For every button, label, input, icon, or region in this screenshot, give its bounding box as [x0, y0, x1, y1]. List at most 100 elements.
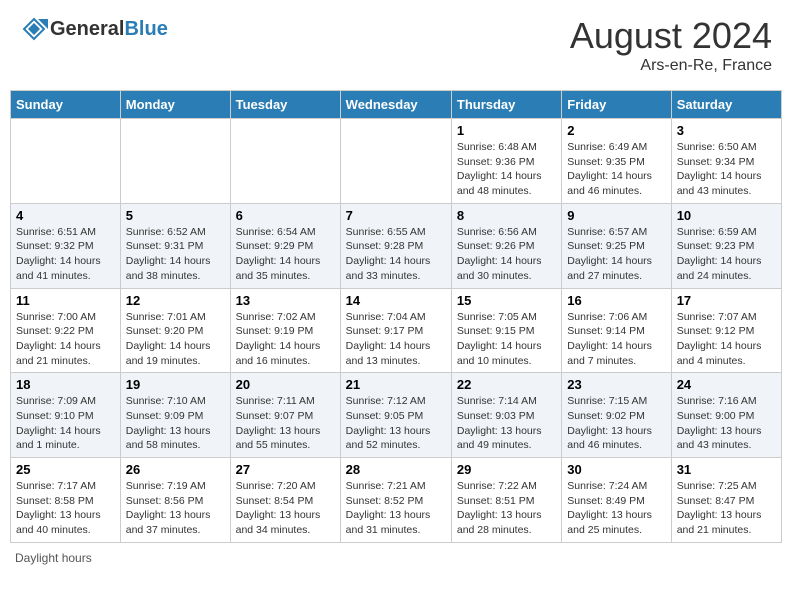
day-info: Sunrise: 7:12 AM Sunset: 9:05 PM Dayligh… [346, 394, 446, 453]
calendar-cell: 13 Sunrise: 7:02 AM Sunset: 9:19 PM Dayli… [230, 288, 340, 373]
day-number: 12 [126, 293, 225, 308]
day-info: Sunrise: 7:25 AM Sunset: 8:47 PM Dayligh… [677, 479, 776, 538]
day-number: 15 [457, 293, 556, 308]
calendar-cell: 8Sunrise: 6:56 AM Sunset: 9:26 PM Daylig… [451, 203, 561, 288]
day-info: Sunrise: 7:20 AM Sunset: 8:54 PM Dayligh… [236, 479, 335, 538]
day-number: 25 [16, 462, 115, 477]
calendar-cell: 2 Sunrise: 6:49 AM Sunset: 9:35 PM Daylig… [562, 119, 671, 204]
day-number: 9 [567, 208, 665, 223]
day-info: Sunrise: 7:14 AM Sunset: 9:03 PM Dayligh… [457, 394, 556, 453]
day-number: 1 [457, 123, 556, 138]
day-number: 28 [346, 462, 446, 477]
day-number: 26 [126, 462, 225, 477]
day-header-sunday: Sunday [11, 91, 121, 119]
day-info: Sunrise: 7:05 AM Sunset: 9:15 PM Dayligh… [457, 310, 556, 369]
day-number: 21 [346, 377, 446, 392]
day-info: Sunrise: 6:57 AM Sunset: 9:25 PM Dayligh… [567, 225, 665, 284]
day-number: 5 [126, 208, 225, 223]
logo-icon [20, 15, 48, 43]
calendar-cell: 31Sunrise: 7:25 AM Sunset: 8:47 PM Dayli… [671, 458, 781, 543]
day-number: 10 [677, 208, 776, 223]
calendar-cell: 21 Sunrise: 7:12 AM Sunset: 9:05 PM Dayli… [340, 373, 451, 458]
calendar-header-row: SundayMondayTuesdayWednesdayThursdayFrid… [11, 91, 782, 119]
calendar-cell: 20 Sunrise: 7:11 AM Sunset: 9:07 PM Dayli… [230, 373, 340, 458]
day-info: Sunrise: 6:51 AM Sunset: 9:32 PM Dayligh… [16, 225, 115, 284]
day-info: Sunrise: 7:19 AM Sunset: 8:56 PM Dayligh… [126, 479, 225, 538]
calendar-cell: 12 Sunrise: 7:01 AM Sunset: 9:20 PM Dayli… [120, 288, 230, 373]
calendar-week-row: 1 Sunrise: 6:48 AM Sunset: 9:36 PM Daylig… [11, 119, 782, 204]
calendar-week-row: 4 Sunrise: 6:51 AM Sunset: 9:32 PM Daylig… [11, 203, 782, 288]
calendar-cell: 24Sunrise: 7:16 AM Sunset: 9:00 PM Dayli… [671, 373, 781, 458]
calendar-cell: 22 Sunrise: 7:14 AM Sunset: 9:03 PM Dayli… [451, 373, 561, 458]
day-number: 8 [457, 208, 556, 223]
calendar-week-row: 18 Sunrise: 7:09 AM Sunset: 9:10 PM Dayli… [11, 373, 782, 458]
day-number: 30 [567, 462, 665, 477]
day-info: Sunrise: 7:01 AM Sunset: 9:20 PM Dayligh… [126, 310, 225, 369]
day-info: Sunrise: 6:55 AM Sunset: 9:28 PM Dayligh… [346, 225, 446, 284]
day-number: 18 [16, 377, 115, 392]
calendar-cell: 5 Sunrise: 6:52 AM Sunset: 9:31 PM Daylig… [120, 203, 230, 288]
calendar-cell: 30 Sunrise: 7:24 AM Sunset: 8:49 PM Dayli… [562, 458, 671, 543]
day-info: Sunrise: 7:04 AM Sunset: 9:17 PM Dayligh… [346, 310, 446, 369]
day-number: 24 [677, 377, 776, 392]
day-number: 27 [236, 462, 335, 477]
calendar-cell [230, 119, 340, 204]
logo-blue: Blue [124, 18, 167, 40]
page-header: GeneralBlue August 2024 Ars-en-Re, Franc… [10, 10, 782, 80]
calendar-cell [340, 119, 451, 204]
day-info: Sunrise: 7:17 AM Sunset: 8:58 PM Dayligh… [16, 479, 115, 538]
day-info: Sunrise: 6:54 AM Sunset: 9:29 PM Dayligh… [236, 225, 335, 284]
calendar-cell: 1 Sunrise: 6:48 AM Sunset: 9:36 PM Daylig… [451, 119, 561, 204]
calendar-cell: 17 Sunrise: 7:07 AM Sunset: 9:12 PM Dayli… [671, 288, 781, 373]
day-info: Sunrise: 7:10 AM Sunset: 9:09 PM Dayligh… [126, 394, 225, 453]
day-info: Sunrise: 6:49 AM Sunset: 9:35 PM Dayligh… [567, 140, 665, 199]
day-number: 17 [677, 293, 776, 308]
day-number: 22 [457, 377, 556, 392]
day-header-wednesday: Wednesday [340, 91, 451, 119]
logo-general: General [50, 18, 124, 40]
day-header-saturday: Saturday [671, 91, 781, 119]
calendar-cell: 7Sunrise: 6:55 AM Sunset: 9:28 PM Daylig… [340, 203, 451, 288]
calendar-cell: 10Sunrise: 6:59 AM Sunset: 9:23 PM Dayli… [671, 203, 781, 288]
calendar-cell: 27 Sunrise: 7:20 AM Sunset: 8:54 PM Dayli… [230, 458, 340, 543]
day-number: 11 [16, 293, 115, 308]
day-info: Sunrise: 7:11 AM Sunset: 9:07 PM Dayligh… [236, 394, 335, 453]
day-info: Sunrise: 6:50 AM Sunset: 9:34 PM Dayligh… [677, 140, 776, 199]
calendar-cell: 23Sunrise: 7:15 AM Sunset: 9:02 PM Dayli… [562, 373, 671, 458]
calendar-cell: 26 Sunrise: 7:19 AM Sunset: 8:56 PM Dayli… [120, 458, 230, 543]
day-info: Sunrise: 7:00 AM Sunset: 9:22 PM Dayligh… [16, 310, 115, 369]
day-header-thursday: Thursday [451, 91, 561, 119]
calendar-cell: 11 Sunrise: 7:00 AM Sunset: 9:22 PM Dayli… [11, 288, 121, 373]
day-number: 3 [677, 123, 776, 138]
day-info: Sunrise: 7:02 AM Sunset: 9:19 PM Dayligh… [236, 310, 335, 369]
day-info: Sunrise: 7:07 AM Sunset: 9:12 PM Dayligh… [677, 310, 776, 369]
calendar-week-row: 11 Sunrise: 7:00 AM Sunset: 9:22 PM Dayli… [11, 288, 782, 373]
day-header-friday: Friday [562, 91, 671, 119]
day-number: 4 [16, 208, 115, 223]
calendar-cell: 16 Sunrise: 7:06 AM Sunset: 9:14 PM Dayli… [562, 288, 671, 373]
calendar-cell: 3 Sunrise: 6:50 AM Sunset: 9:34 PM Daylig… [671, 119, 781, 204]
day-number: 29 [457, 462, 556, 477]
calendar-cell [11, 119, 121, 204]
day-info: Sunrise: 6:48 AM Sunset: 9:36 PM Dayligh… [457, 140, 556, 199]
calendar-cell: 28Sunrise: 7:21 AM Sunset: 8:52 PM Dayli… [340, 458, 451, 543]
calendar-cell: 18 Sunrise: 7:09 AM Sunset: 9:10 PM Dayli… [11, 373, 121, 458]
day-number: 16 [567, 293, 665, 308]
calendar-cell: 15 Sunrise: 7:05 AM Sunset: 9:15 PM Dayli… [451, 288, 561, 373]
calendar-footer: Daylight hours [10, 551, 782, 565]
day-info: Sunrise: 7:09 AM Sunset: 9:10 PM Dayligh… [16, 394, 115, 453]
logo: GeneralBlue [20, 15, 168, 43]
day-number: 13 [236, 293, 335, 308]
location-subtitle: Ars-en-Re, France [570, 57, 772, 75]
month-title: August 2024 [570, 15, 772, 57]
calendar-cell: 14Sunrise: 7:04 AM Sunset: 9:17 PM Dayli… [340, 288, 451, 373]
day-number: 20 [236, 377, 335, 392]
day-info: Sunrise: 7:15 AM Sunset: 9:02 PM Dayligh… [567, 394, 665, 453]
day-number: 2 [567, 123, 665, 138]
day-header-tuesday: Tuesday [230, 91, 340, 119]
calendar-table: SundayMondayTuesdayWednesdayThursdayFrid… [10, 90, 782, 543]
day-info: Sunrise: 7:24 AM Sunset: 8:49 PM Dayligh… [567, 479, 665, 538]
day-info: Sunrise: 7:06 AM Sunset: 9:14 PM Dayligh… [567, 310, 665, 369]
day-info: Sunrise: 6:52 AM Sunset: 9:31 PM Dayligh… [126, 225, 225, 284]
calendar-cell: 25 Sunrise: 7:17 AM Sunset: 8:58 PM Dayli… [11, 458, 121, 543]
